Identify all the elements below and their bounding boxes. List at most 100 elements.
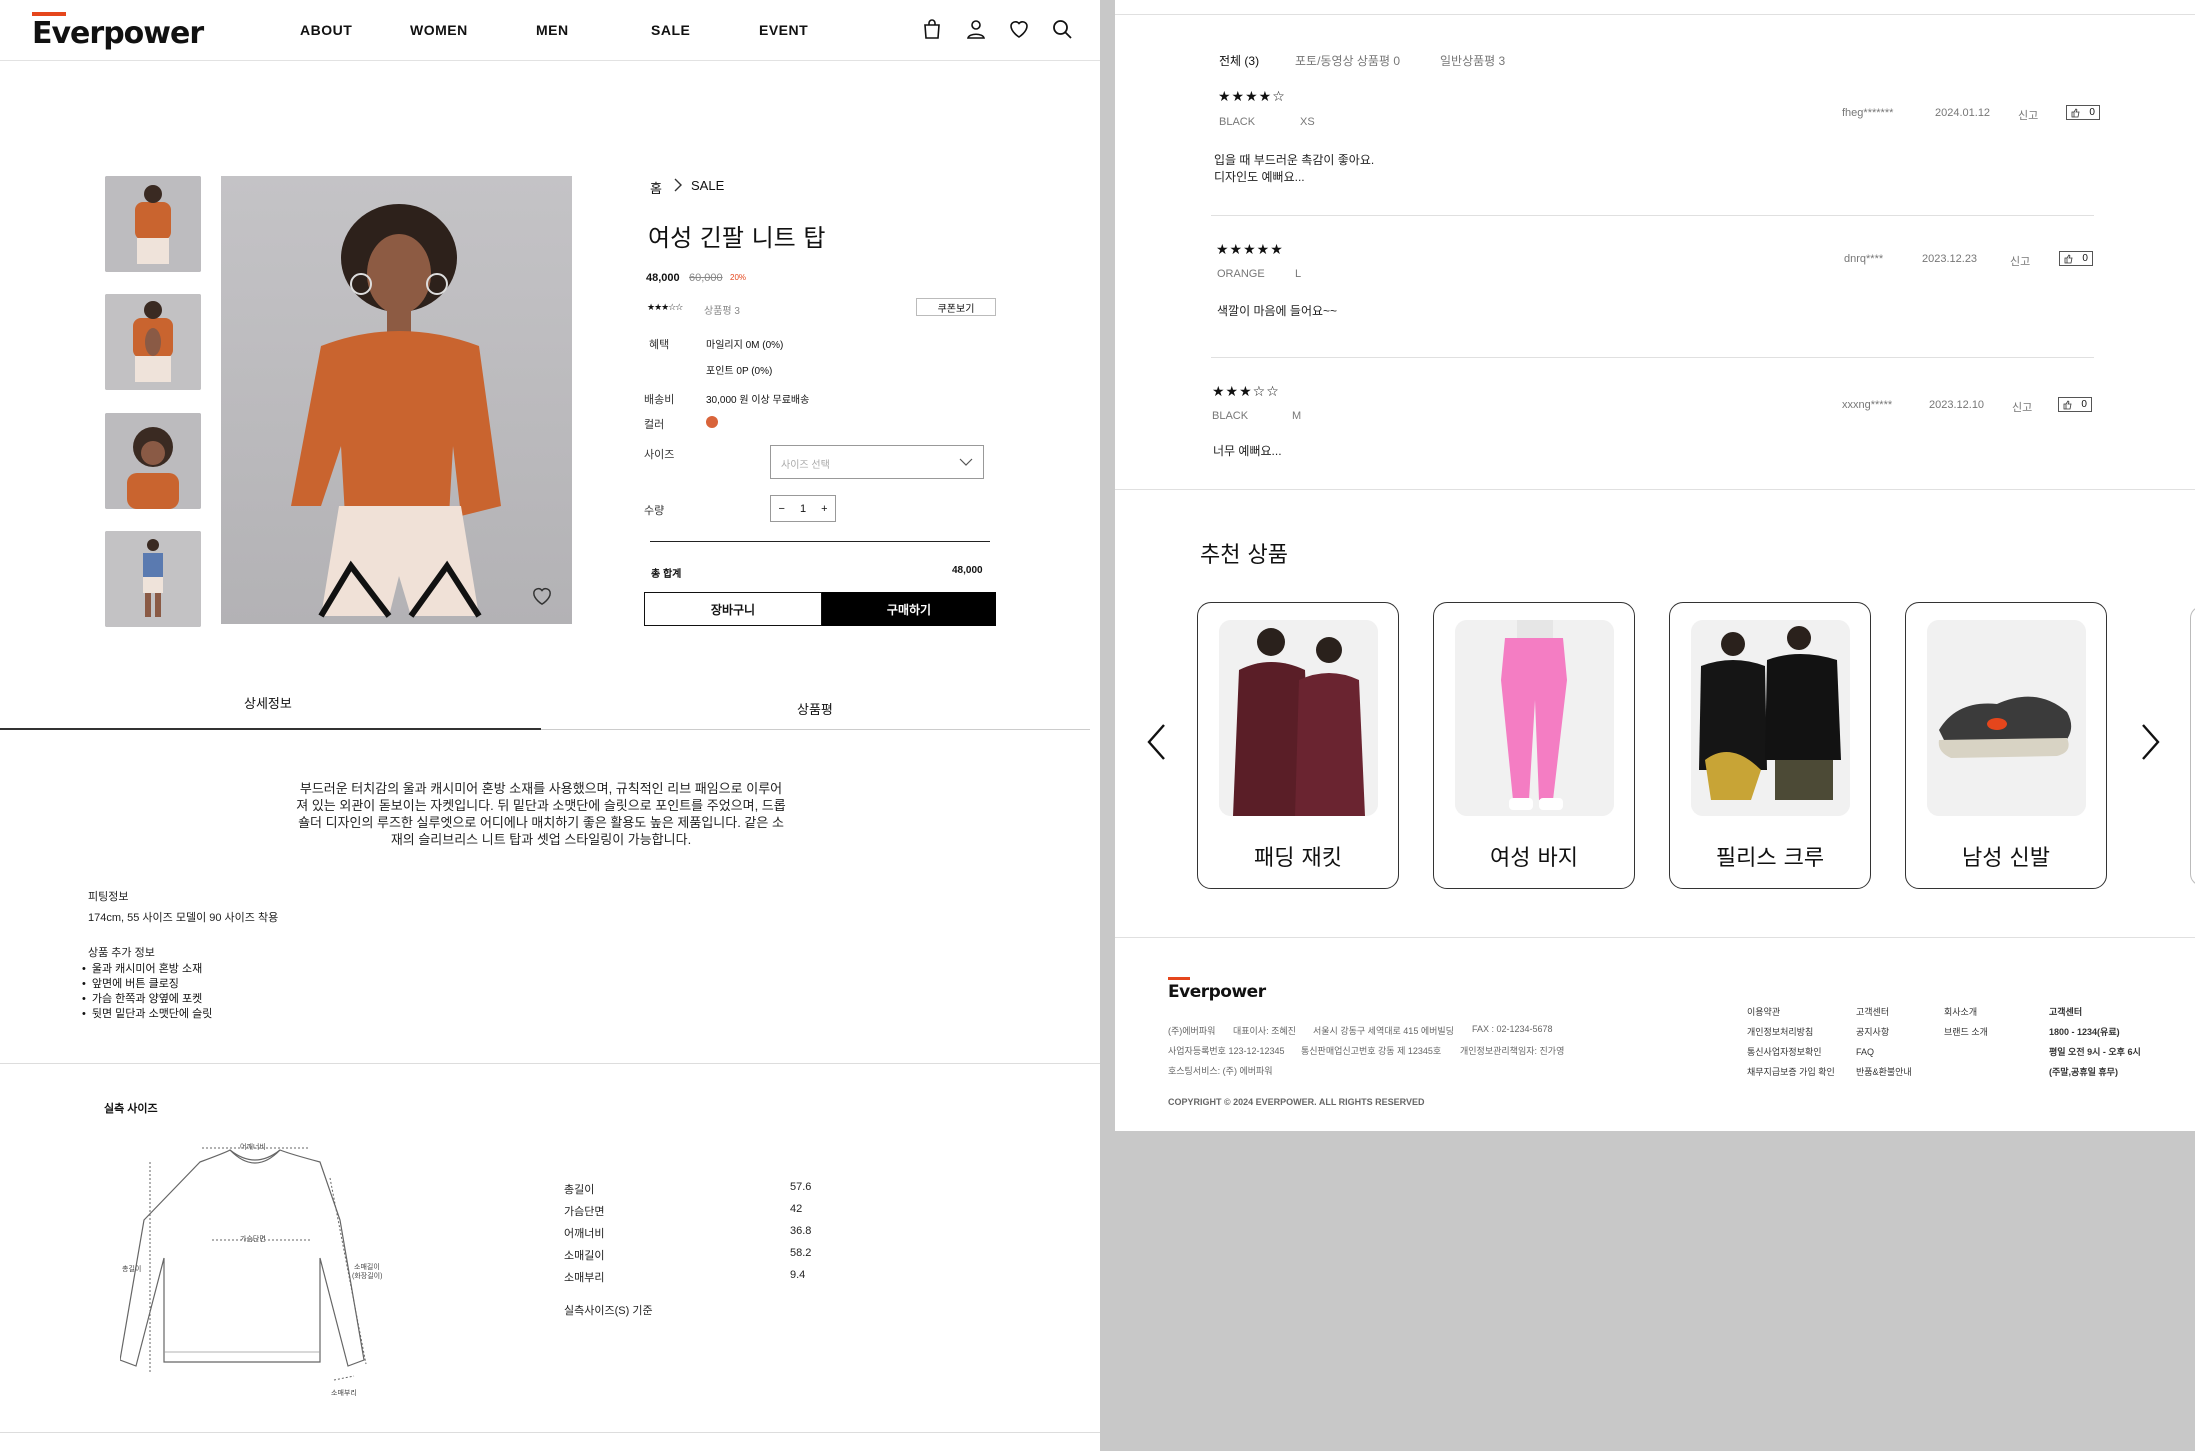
size-row-label: 총길이 — [564, 1184, 595, 1196]
recommend-card-image — [1219, 620, 1378, 816]
footer-link[interactable]: FAQ — [1856, 1042, 1912, 1062]
nav-women[interactable]: WOMEN — [410, 22, 468, 38]
shipping-value: 30,000 원 이상 무료배송 — [706, 395, 810, 406]
shipping-label: 배송비 — [644, 394, 675, 406]
product-thumbnail-4[interactable] — [105, 531, 201, 627]
recommend-card-image — [1455, 620, 1614, 816]
diagram-label-sleeve-sub: (화장길이) — [352, 1273, 383, 1280]
nav-about[interactable]: ABOUT — [300, 22, 352, 38]
footer-link[interactable]: 채무지급보증 가입 확인 — [1747, 1062, 1835, 1082]
size-row-value: 36.8 — [790, 1225, 812, 1237]
extra-info-list: 울과 캐시미어 혼방 소재 앞면에 버튼 클로징 가슴 한쪽과 양옆에 포켓 뒷… — [82, 962, 213, 1022]
footer-links-col3: 회사소개 브랜드 소개 — [1944, 1002, 1988, 1042]
size-row-value: 57.6 — [790, 1181, 812, 1193]
review-tab-photo[interactable]: 포토/동영상 상품평 0 — [1295, 52, 1400, 69]
recommend-card[interactable]: 필리스 크루 — [1669, 602, 1871, 889]
breadcrumb-chevron-icon — [674, 178, 682, 192]
fitting-value: 174cm, 55 사이즈 모델이 90 사이즈 착용 — [88, 912, 279, 924]
footer-link[interactable]: 개인정보처리방침 — [1747, 1022, 1835, 1042]
carousel-prev-arrow-icon[interactable] — [1144, 722, 1170, 762]
quantity-value[interactable]: 1 — [800, 503, 806, 515]
recommend-card-image — [1927, 620, 2086, 816]
thumbs-up-icon — [2064, 253, 2073, 263]
footer-link[interactable]: 브랜드 소개 — [1944, 1022, 1988, 1042]
site-logo[interactable]: Everpower — [32, 16, 204, 51]
footer-logo[interactable]: Everpower — [1168, 982, 1266, 1002]
footer-link[interactable]: 통신사업자정보확인 — [1747, 1042, 1835, 1062]
size-row-value: 58.2 — [790, 1247, 812, 1259]
review-date: 2023.12.23 — [1922, 253, 1978, 265]
footer-link[interactable]: 고객센터 — [1856, 1002, 1912, 1022]
product-thumbnail-3[interactable] — [105, 413, 201, 509]
size-chart-note: 실측사이즈(S) 기준 — [564, 1305, 653, 1317]
footer-link[interactable]: 회사소개 — [1944, 1002, 1988, 1022]
size-diagram — [120, 1147, 367, 1381]
recommend-card[interactable]: 여성 바지 — [1433, 602, 1635, 889]
breadcrumb-home[interactable]: 홈 — [650, 178, 662, 197]
review-like-button[interactable]: 0 — [2066, 105, 2100, 120]
recommend-card[interactable]: 패딩 재킷 — [1197, 602, 1399, 889]
carousel-next-arrow-icon[interactable] — [2137, 722, 2163, 762]
quantity-stepper: − 1 + — [770, 495, 836, 522]
tab-reviews[interactable]: 상품평 — [797, 699, 833, 718]
benefit-point: 포인트 0P (0%) — [706, 366, 773, 377]
search-icon[interactable] — [1050, 17, 1074, 41]
nav-men[interactable]: MEN — [536, 22, 569, 38]
size-row-label: 소매길이 — [564, 1250, 605, 1262]
review-text: 색깔이 마음에 들어요~~ — [1217, 303, 1337, 320]
product-thumbnail-2[interactable] — [105, 294, 201, 390]
product-title: 여성 긴팔 니트 탑 — [648, 224, 826, 252]
review-report-link[interactable]: 신고 — [2010, 253, 2030, 269]
buy-now-button[interactable]: 구매하기 — [822, 592, 996, 626]
diagram-label-chest: 가슴단면 — [240, 1236, 266, 1243]
fitting-title: 피팅정보 — [88, 891, 129, 903]
tab-detail-info[interactable]: 상세정보 — [244, 693, 292, 712]
review-text-line: 디자인도 예뻐요... — [1214, 170, 1305, 184]
add-to-cart-button[interactable]: 장바구니 — [644, 592, 822, 626]
nav-sale[interactable]: SALE — [651, 22, 690, 38]
review-user: dnrq**** — [1844, 253, 1884, 265]
user-icon[interactable] — [964, 17, 988, 41]
wishlist-heart-icon[interactable] — [531, 586, 553, 606]
diagram-label-length: 총길이 — [122, 1266, 142, 1273]
size-select[interactable]: 사이즈 선택 — [770, 445, 984, 479]
review-stars: ★★★★☆ — [1218, 88, 1286, 104]
color-swatch-orange[interactable] — [706, 416, 718, 428]
footer-link[interactable]: 반품&환불안내 — [1856, 1062, 1912, 1082]
coupon-button[interactable]: 쿠폰보기 — [916, 298, 996, 316]
footer-link[interactable]: 공지사항 — [1856, 1022, 1912, 1042]
chevron-down-icon — [959, 458, 973, 466]
footer-link[interactable]: 이용약관 — [1747, 1002, 1835, 1022]
footer-privacy-officer: 개인정보관리책임자: 진가영 — [1460, 1046, 1565, 1056]
review-count-link[interactable]: 상품평 3 — [704, 302, 740, 317]
recommend-card-name: 남성 신발 — [1962, 846, 2050, 871]
size-row-value: 9.4 — [790, 1269, 806, 1281]
size-row-label: 어깨너비 — [564, 1228, 605, 1240]
review-tab-all[interactable]: 전체 (3) — [1219, 52, 1259, 69]
review-like-count: 0 — [2089, 107, 2095, 118]
footer-cs-phone: 1800 - 1234(유료) — [2049, 1027, 2120, 1037]
review-tab-text[interactable]: 일반상품평 3 — [1440, 52, 1505, 69]
product-thumbnail-1[interactable] — [105, 176, 201, 272]
review-divider — [1211, 215, 2094, 216]
recommend-card[interactable]: 남성 신발 — [1905, 602, 2107, 889]
quantity-increase-button[interactable]: + — [821, 503, 827, 515]
thumbs-up-icon — [2071, 107, 2080, 117]
site-header: Everpower ABOUT WOMEN MEN SALE EVENT — [0, 0, 1100, 61]
shopping-bag-icon[interactable] — [920, 17, 944, 41]
review-like-button[interactable]: 0 — [2058, 397, 2092, 412]
footer-cs-holiday: (주말,공휴일 휴무) — [2049, 1067, 2118, 1077]
footer-logo-accent — [1168, 977, 1190, 980]
breadcrumb-current[interactable]: SALE — [691, 178, 724, 193]
nav-event[interactable]: EVENT — [759, 22, 808, 38]
review-like-button[interactable]: 0 — [2059, 251, 2093, 266]
heart-icon[interactable] — [1007, 17, 1031, 41]
review-color: BLACK — [1212, 410, 1249, 422]
review-size: L — [1295, 268, 1302, 280]
review-report-link[interactable]: 신고 — [2018, 107, 2038, 123]
product-main-image — [221, 176, 572, 624]
review-report-link[interactable]: 신고 — [2012, 399, 2032, 415]
review-text-line: 색깔이 마음에 들어요~~ — [1217, 304, 1338, 318]
review-text-line: 너무 예뻐요... — [1213, 444, 1282, 458]
quantity-decrease-button[interactable]: − — [779, 503, 785, 515]
